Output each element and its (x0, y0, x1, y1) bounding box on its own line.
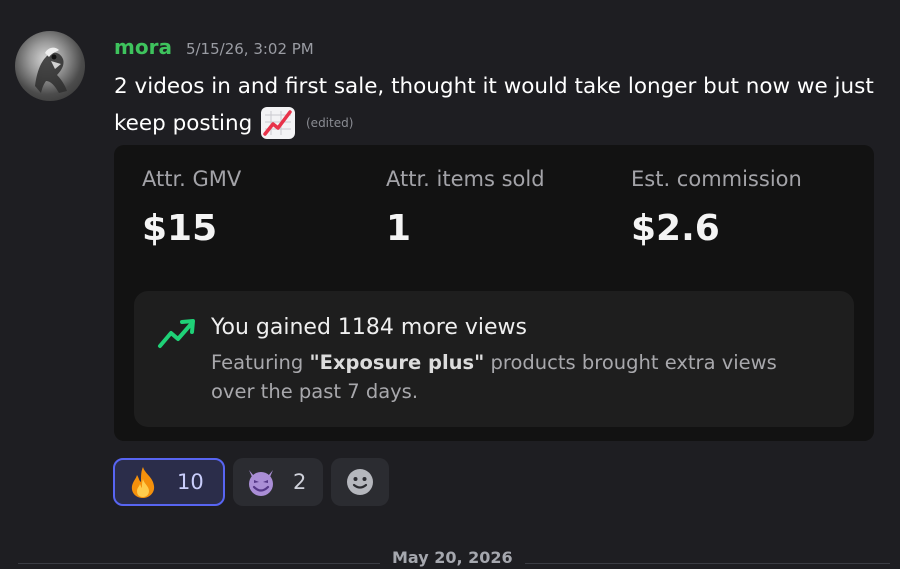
avatar-image (35, 47, 67, 93)
trending-up-icon (158, 319, 195, 348)
date-divider-label: May 20, 2026 (380, 548, 525, 567)
fire-emoji-icon (131, 467, 155, 498)
edited-label: (edited) (306, 116, 354, 130)
chart-increasing-emoji (261, 107, 296, 139)
message-text: 2 videos in and first sale, thought it w… (114, 74, 874, 136)
reactions-bar: 10 2 (113, 458, 389, 506)
sales-embed-card[interactable]: Attr. GMV $15 Attr. items sold 1 Est. co… (114, 145, 874, 441)
views-highlight-panel: You gained 1184 more views Featuring "Ex… (134, 291, 854, 427)
message-header: mora 5/15/26, 3:02 PM (114, 35, 314, 59)
smiling-imp-emoji-icon (249, 470, 273, 496)
chat-view: mora 5/15/26, 3:02 PM 2 videos in and fi… (0, 0, 900, 569)
reaction-fire[interactable]: 10 (113, 458, 225, 506)
reaction-smiling-imp-count: 2 (293, 470, 307, 494)
username[interactable]: mora (114, 35, 172, 59)
message-content: 2 videos in and first sale, thought it w… (114, 69, 884, 142)
user-avatar[interactable] (15, 31, 85, 101)
stat-commission-value: $2.6 (631, 208, 720, 249)
stat-gmv-value: $15 (142, 208, 218, 249)
add-reaction-button[interactable] (331, 458, 389, 506)
stat-commission-label: Est. commission (631, 167, 802, 191)
stat-items-sold-value: 1 (386, 208, 412, 249)
views-gained-title: You gained 1184 more views (211, 315, 527, 340)
stat-gmv-label: Attr. GMV (142, 167, 242, 191)
desc-product-name: "Exposure plus" (309, 351, 485, 374)
views-gained-description: Featuring "Exposure plus" products broug… (211, 348, 821, 406)
add-reaction-icon (347, 469, 373, 495)
message-timestamp: 5/15/26, 3:02 PM (185, 40, 314, 58)
desc-prefix: Featuring (211, 351, 304, 374)
stat-items-sold-label: Attr. items sold (386, 167, 545, 191)
reaction-fire-count: 10 (177, 470, 204, 494)
reaction-smiling-imp[interactable]: 2 (233, 458, 323, 506)
